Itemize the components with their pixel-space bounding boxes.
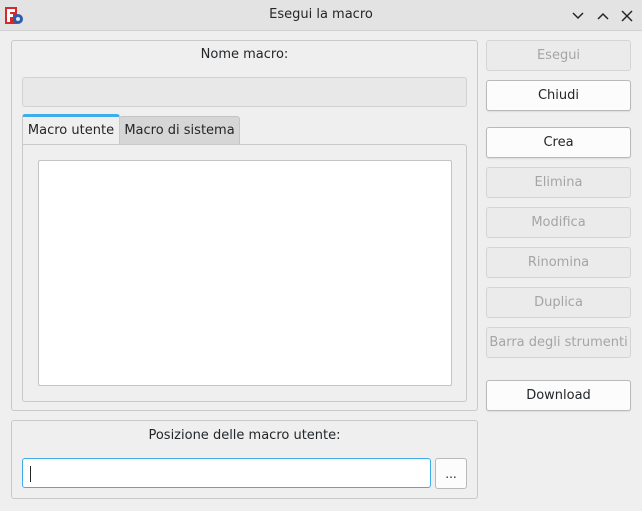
edit-button[interactable]: Modifica [486, 207, 631, 238]
toolbar-button[interactable]: Barra degli strumenti [486, 327, 631, 358]
maximize-icon[interactable] [593, 6, 613, 26]
text-caret [30, 466, 31, 482]
tab-content-pane [22, 144, 467, 402]
delete-button[interactable]: Elimina [486, 167, 631, 198]
user-macro-location-input[interactable] [22, 458, 431, 488]
macro-name-field [22, 77, 467, 107]
macro-list[interactable] [38, 160, 452, 386]
browse-button[interactable]: ... [435, 458, 467, 489]
user-macro-location-panel: Posizione delle macro utente: ... [11, 420, 478, 499]
create-button[interactable]: Crea [486, 127, 631, 158]
minimize-icon[interactable] [568, 6, 588, 26]
tab-macro-di-sistema[interactable]: Macro di sistema [119, 116, 240, 144]
execute-button[interactable]: Esegui [486, 40, 631, 71]
close-icon[interactable] [617, 6, 637, 26]
download-button[interactable]: Download [486, 380, 631, 411]
tab-macro-utente[interactable]: Macro utente [22, 114, 120, 144]
user-macro-location-label: Posizione delle macro utente: [148, 428, 341, 443]
title-bar[interactable]: Esegui la macro [0, 0, 642, 31]
window-title: Esegui la macro [269, 7, 373, 22]
macro-panel: Nome macro: Macro utente Macro di sistem… [11, 40, 478, 411]
rename-button[interactable]: Rinomina [486, 247, 631, 278]
macro-name-label: Nome macro: [200, 47, 289, 62]
macro-dialog: Esegui la macro Nome macro: Macro utente… [0, 0, 642, 511]
duplicate-button[interactable]: Duplica [486, 287, 631, 318]
close-button[interactable]: Chiudi [486, 80, 631, 111]
